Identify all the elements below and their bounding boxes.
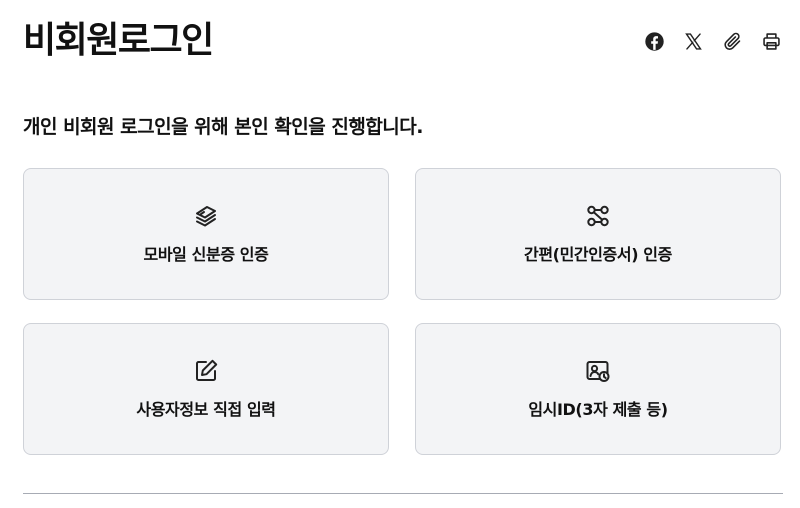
mobile-id-icon bbox=[192, 202, 220, 230]
intro-text: 개인 비회원 로그인을 위해 본인 확인을 진행합니다. bbox=[23, 116, 424, 138]
page-title: 비회원로그인 bbox=[23, 20, 214, 61]
bottom-divider bbox=[23, 493, 783, 494]
print-icon[interactable] bbox=[761, 31, 782, 52]
manual-info-login-button[interactable]: 사용자정보 직접 입력 bbox=[23, 323, 389, 455]
temporary-id-label: 임시ID(3자 제출 등) bbox=[528, 400, 668, 419]
simple-cert-label: 간편(민간인증서) 인증 bbox=[524, 245, 672, 264]
mobile-id-login-button[interactable]: 모바일 신분증 인증 bbox=[23, 168, 389, 300]
simple-cert-icon bbox=[584, 202, 612, 230]
link-icon[interactable] bbox=[722, 31, 743, 52]
share-toolbar bbox=[644, 31, 782, 52]
facebook-icon[interactable] bbox=[644, 31, 665, 52]
simple-cert-login-button[interactable]: 간편(민간인증서) 인증 bbox=[415, 168, 781, 300]
x-icon[interactable] bbox=[683, 31, 704, 52]
edit-icon bbox=[192, 357, 220, 385]
manual-info-label: 사용자정보 직접 입력 bbox=[136, 400, 276, 419]
mobile-id-label: 모바일 신분증 인증 bbox=[143, 245, 269, 264]
nonmember-login-page: 비회원로그인 개인 비회원 로그인을 위해 본인 확인을 진행합니다. 모바일 … bbox=[0, 0, 800, 508]
temporary-id-login-button[interactable]: 임시ID(3자 제출 등) bbox=[415, 323, 781, 455]
temporary-id-icon bbox=[584, 357, 612, 385]
